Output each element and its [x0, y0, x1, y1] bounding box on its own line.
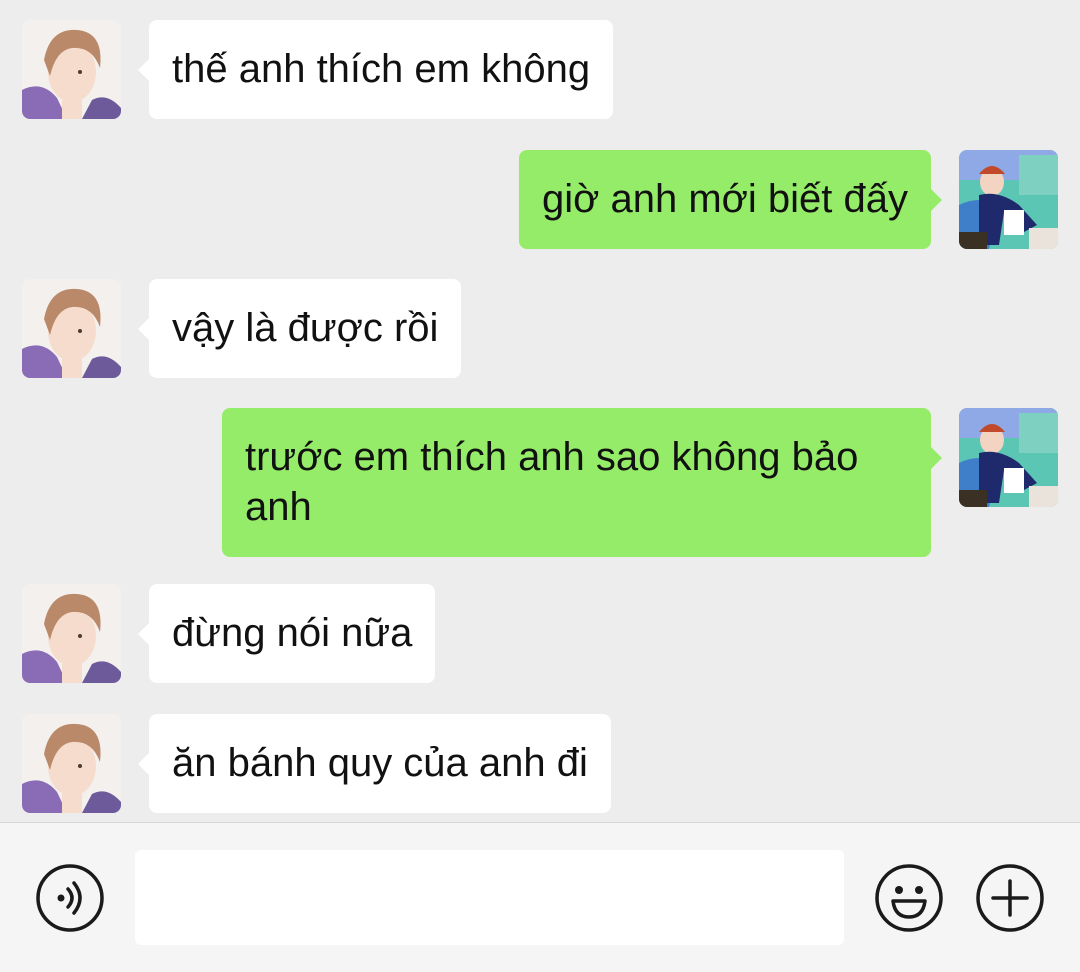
message-input[interactable]: [135, 850, 844, 945]
self-avatar[interactable]: [959, 408, 1058, 507]
contact-avatar[interactable]: [22, 584, 121, 683]
message-row-incoming: thế anh thích em không: [22, 20, 614, 119]
voice-icon[interactable]: [35, 863, 105, 933]
message-bubble-incoming[interactable]: thế anh thích em không: [137, 20, 614, 119]
message-bubble-incoming[interactable]: ăn bánh quy của anh đi: [138, 714, 611, 813]
message-row-incoming: đừng nói nữa: [22, 584, 436, 683]
contact-avatar[interactable]: [22, 714, 121, 813]
contact-avatar[interactable]: [22, 279, 121, 378]
message-row-incoming: ăn bánh quy của anh đi: [22, 714, 611, 813]
self-avatar[interactable]: [959, 150, 1058, 249]
chat-message-list[interactable]: thế anh thích em không giờ anh mới biết …: [0, 0, 1080, 822]
plus-icon[interactable]: [975, 863, 1045, 933]
message-bubble-incoming[interactable]: vậy là được rồi: [137, 279, 462, 378]
emoji-icon[interactable]: [874, 863, 944, 933]
message-row-outgoing: trước em thích anh sao không bảo anh: [222, 408, 1058, 557]
message-row-incoming: vậy là được rồi: [22, 279, 462, 378]
input-bar: [0, 822, 1080, 972]
message-row-outgoing: giờ anh mới biết đấy: [519, 150, 1058, 249]
message-bubble-incoming[interactable]: đừng nói nữa: [137, 584, 436, 683]
message-bubble-outgoing[interactable]: trước em thích anh sao không bảo anh: [222, 408, 942, 557]
message-bubble-outgoing[interactable]: giờ anh mới biết đấy: [519, 150, 942, 249]
contact-avatar[interactable]: [22, 20, 121, 119]
